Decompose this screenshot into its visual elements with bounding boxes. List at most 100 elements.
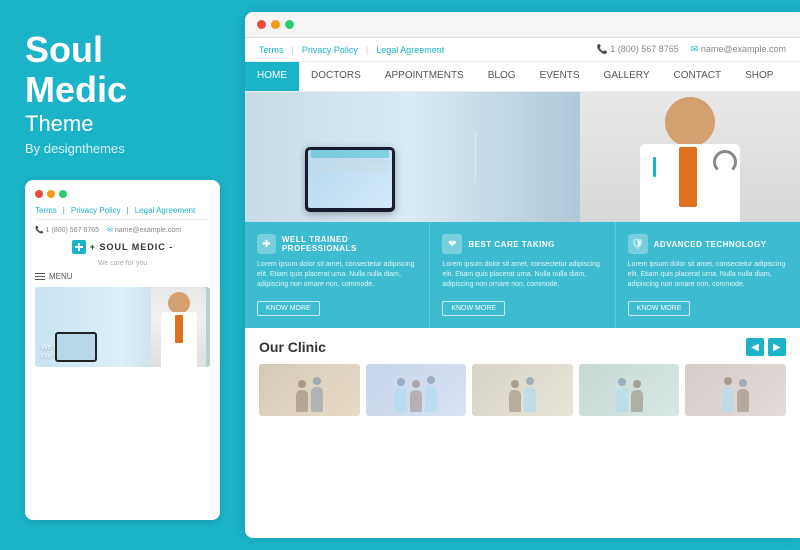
person-group-1: [259, 364, 360, 416]
hero-divider: [475, 132, 476, 182]
tablet-screen-bar1: [311, 150, 389, 158]
mobile-menu-btn[interactable]: MENU: [35, 272, 210, 281]
person-group-2: [366, 364, 467, 416]
sep1: |: [292, 45, 294, 55]
feature-card-technology: 🛡 ADVANCED TECHNOLOGY Lorem ipsum dolor …: [616, 222, 800, 328]
email-icon: ✉: [691, 44, 699, 54]
nav-contact[interactable]: CONTACT: [662, 62, 734, 91]
clinic-prev-btn[interactable]: ◀: [746, 338, 764, 356]
mobile-doctor: [151, 287, 206, 367]
tablet-screen-bar3: [311, 167, 389, 172]
hero-pen: [653, 157, 656, 177]
brand-title: Soul Medic: [25, 30, 220, 109]
person-group-3: [472, 364, 573, 416]
nav-home[interactable]: HOME: [245, 62, 299, 91]
mobile-privacy-link[interactable]: Privacy Policy: [71, 206, 121, 215]
hero-stethoscope: [713, 150, 737, 174]
hero-doctor-area: [580, 92, 800, 222]
mobile-phone-icon: 📞: [35, 227, 44, 234]
clinic-image-4: [579, 364, 680, 416]
clinic-image-5: [685, 364, 786, 416]
site-nav: HOME DOCTORS APPOINTMENTS BLOG EVENTS GA…: [245, 62, 800, 92]
terms-link[interactable]: Terms: [259, 45, 284, 55]
nav-events[interactable]: EVENTS: [528, 62, 592, 91]
mobile-contact-bar: 📞 1 (800) 567 8765 ✉ name@example.com: [35, 226, 210, 234]
nav-gallery[interactable]: GALLERY: [592, 62, 662, 91]
phone-contact: 📞 1 (800) 567 8765: [596, 44, 678, 55]
clinic-next-btn[interactable]: ▶: [768, 338, 786, 356]
dot-yellow-browser: [271, 20, 280, 29]
feature-body-1: Lorem ipsum dolor sit amet, consectetur …: [257, 260, 417, 289]
mobile-preview-card: Terms | Privacy Policy | Legal Agreement…: [25, 180, 220, 520]
nav-blog[interactable]: BLOG: [476, 62, 528, 91]
hero-tablet-screen: [308, 150, 392, 208]
feature-body-2: Lorem ipsum dolor sit amet, consectetur …: [442, 260, 602, 289]
topbar-links: Terms | Privacy Policy | Legal Agreement: [259, 45, 444, 55]
feature-icon-3: 🛡: [628, 234, 648, 254]
tablet-screen-bar2: [311, 160, 389, 165]
mobile-phone: 1 (800) 567 8765: [46, 227, 99, 234]
know-more-btn-1[interactable]: KNOW MORE: [257, 301, 320, 316]
right-panel: Terms | Privacy Policy | Legal Agreement…: [245, 12, 800, 538]
nav-appointments[interactable]: APPOINTMENTS: [373, 62, 476, 91]
feature-card-header-1: ✚ WELL TRAINED PROFESSIONALS: [257, 234, 417, 254]
mobile-tablet: [55, 332, 97, 362]
clinic-title: Our Clinic: [259, 339, 326, 355]
know-more-btn-3[interactable]: KNOW MORE: [628, 301, 691, 316]
feature-card-header-3: 🛡 ADVANCED TECHNOLOGY: [628, 234, 788, 254]
legal-link[interactable]: Legal Agreement: [376, 45, 444, 55]
sep2: |: [366, 45, 368, 55]
privacy-link[interactable]: Privacy Policy: [302, 45, 358, 55]
doctor-tie: [175, 315, 183, 343]
dot-green-browser: [285, 20, 294, 29]
feature-card-professionals: ✚ WELL TRAINED PROFESSIONALS Lorem ipsum…: [245, 222, 430, 328]
dot-yellow: [47, 190, 55, 198]
feature-section: ✚ WELL TRAINED PROFESSIONALS Lorem ipsum…: [245, 222, 800, 328]
feature-title-1: WELL TRAINED PROFESSIONALS: [282, 235, 418, 253]
hamburger-icon: [35, 273, 45, 280]
nav-doctors[interactable]: DOCTORS: [299, 62, 373, 91]
mobile-legal-link[interactable]: Legal Agreement: [135, 206, 196, 215]
dot-red-browser: [257, 20, 266, 29]
know-more-btn-2[interactable]: KNOW MORE: [442, 301, 505, 316]
mobile-terms-link[interactable]: Terms: [35, 206, 57, 215]
brand-subtitle: Theme: [25, 111, 220, 137]
person-group-5: [685, 364, 786, 416]
feature-title-3: ADVANCED TECHNOLOGY: [654, 240, 767, 249]
mobile-card-dots: [35, 190, 210, 198]
mobile-brand-name: + SOUL MEDIC -: [90, 242, 174, 252]
mobile-tablet-screen: [57, 334, 95, 360]
clinic-image-2: [366, 364, 467, 416]
site-topbar: Terms | Privacy Policy | Legal Agreement…: [245, 38, 800, 62]
brand-block: Soul Medic Theme By designthemes: [25, 30, 220, 156]
feature-title-2: BEST CARE TAKING: [468, 240, 555, 249]
topbar-contact: 📞 1 (800) 567 8765 ✉ name@example.com: [596, 44, 786, 55]
site-hero: [245, 92, 800, 222]
dot-red: [35, 190, 43, 198]
clinic-images: [259, 364, 786, 416]
clinic-image-1: [259, 364, 360, 416]
doctor-head: [168, 292, 190, 314]
feature-icon-2: ❤: [442, 234, 462, 254]
phone-icon: 📞: [596, 44, 607, 54]
feature-icon-1: ✚: [257, 234, 276, 254]
nav-shop[interactable]: SHOP: [733, 62, 785, 91]
mobile-brand-icon: [72, 240, 86, 254]
clinic-header: Our Clinic ◀ ▶: [259, 338, 786, 356]
dot-green: [59, 190, 67, 198]
person-group-4: [579, 364, 680, 416]
feature-body-3: Lorem ipsum dolor sit amet, consectetur …: [628, 260, 788, 289]
left-panel: Soul Medic Theme By designthemes Terms |…: [0, 0, 245, 550]
mobile-tagline: We care for you: [35, 260, 210, 267]
phone-number: 1 (800) 567 8765: [610, 44, 679, 54]
hero-tablet: [305, 147, 395, 212]
clinic-nav-buttons: ◀ ▶: [746, 338, 786, 356]
clinic-section: Our Clinic ◀ ▶: [245, 328, 800, 426]
feature-card-care: ❤ BEST CARE TAKING Lorem ipsum dolor sit…: [430, 222, 615, 328]
mobile-menu-label: MENU: [49, 272, 73, 281]
hero-doctor-tie: [679, 147, 697, 207]
email-address: name@example.com: [701, 44, 786, 54]
mobile-brand: + SOUL MEDIC -: [35, 240, 210, 254]
mobile-email-icon: ✉: [107, 227, 113, 234]
mobile-hero-image: We CareFor You: [35, 287, 210, 367]
